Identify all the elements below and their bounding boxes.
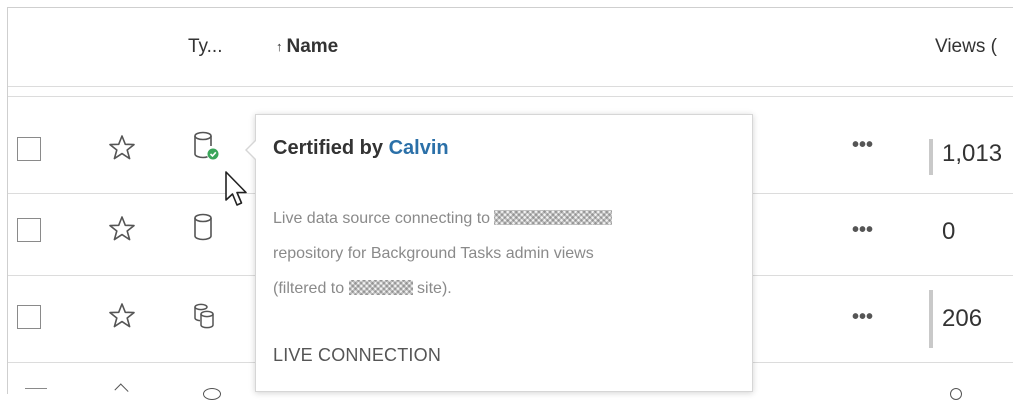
desc-line-1: Live data source connecting to [273,210,491,227]
connection-type-label: LIVE CONNECTION [273,345,442,365]
header-divider [8,86,1013,87]
star-icon[interactable] [108,302,136,330]
views-count: 206 [942,305,983,332]
database-multi-icon [194,303,214,329]
mouse-cursor-icon [225,171,247,206]
star-icon[interactable] [108,134,136,162]
column-header-name[interactable]: ↑ Name [276,36,338,58]
sort-ascending-icon: ↑ [276,39,283,54]
row-checkbox[interactable] [17,305,41,329]
star-icon[interactable] [114,383,129,398]
database-icon [203,388,221,400]
redacted-text [494,210,613,225]
table-left-border [7,7,8,394]
database-certified-icon [194,131,219,160]
views-count [950,388,962,400]
star-icon[interactable] [108,215,136,243]
views-sparkline-bar [929,139,933,175]
desc-line-3b: site). [417,280,452,297]
desc-line-3a: (filtered to [273,280,345,297]
row-checkbox[interactable] [17,218,41,242]
certification-tooltip: Certified by Calvin Live data source con… [245,114,753,392]
tooltip-description: Live data source connecting to repositor… [273,201,733,306]
more-actions-button[interactable]: ••• [852,134,873,157]
redacted-text [348,280,413,295]
tooltip-title-prefix: Certified by [273,137,384,159]
column-header-views[interactable]: Views ( [935,36,997,58]
row-divider [8,96,1013,97]
more-actions-button[interactable]: ••• [852,306,873,329]
database-icon [194,213,212,241]
column-header-name-label: Name [286,36,339,57]
more-actions-button[interactable]: ••• [852,219,873,242]
tooltip-title: Certified by Calvin [273,137,449,160]
row-checkbox[interactable] [17,137,41,161]
desc-line-2: repository for Background Tasks admin vi… [273,245,594,262]
tooltip-caret [245,139,257,161]
views-sparkline-bar [929,290,933,348]
certifier-link[interactable]: Calvin [389,137,449,159]
views-count: 1,013 [942,140,1003,167]
table-top-border [7,7,1013,8]
column-header-type[interactable]: Ty... [188,36,222,58]
views-count: 0 [942,218,956,245]
